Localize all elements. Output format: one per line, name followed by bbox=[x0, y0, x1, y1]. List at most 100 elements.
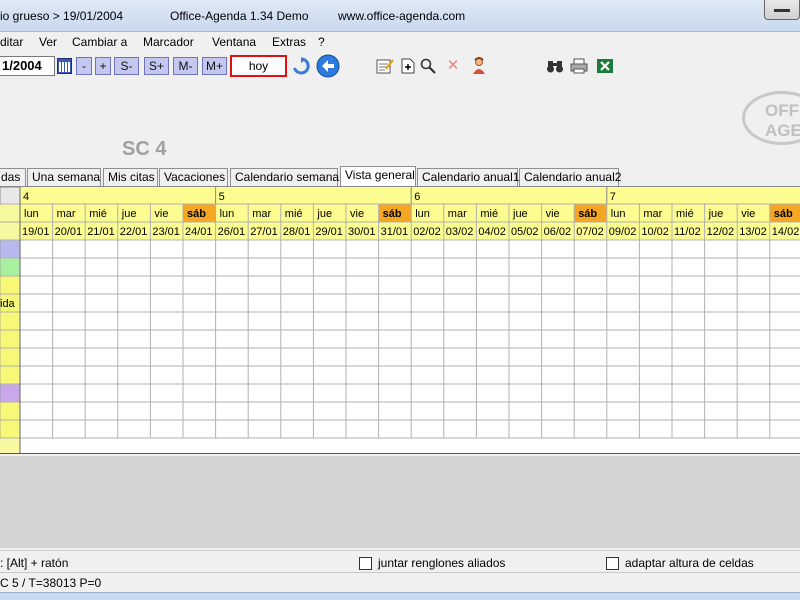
row-label-cell bbox=[0, 329, 21, 349]
weekday-label: jue bbox=[708, 208, 724, 220]
weekday-label: mar bbox=[448, 208, 467, 220]
binoculars-icon[interactable] bbox=[546, 57, 564, 75]
back-icon[interactable] bbox=[316, 54, 340, 78]
office-agenda-logo: OFF AGE bbox=[742, 91, 800, 145]
weekday-label: vie bbox=[350, 208, 364, 220]
week-number: 7 bbox=[610, 191, 616, 203]
weekday-label: sáb bbox=[578, 208, 597, 220]
weekday-label: jue bbox=[316, 208, 332, 220]
status-bar: C 5 / T=38013 P=0 bbox=[0, 572, 800, 592]
checkbox-box[interactable] bbox=[359, 556, 372, 570]
date-label: 03/02 bbox=[446, 226, 474, 238]
row-label-cell bbox=[0, 275, 21, 295]
date-field[interactable]: 1/2004 bbox=[0, 56, 55, 76]
checkbox-box[interactable] bbox=[606, 556, 619, 570]
logo-line-1: OFF bbox=[765, 101, 799, 120]
adapt-height-label: adaptar altura de celdas bbox=[625, 556, 754, 570]
menu-editar[interactable]: ditar bbox=[0, 35, 23, 49]
overview-grid-svg: ida 4 5 6 7 lun 19/01 mar 20/01 mié 21/01 jue 22/01 v… bbox=[0, 187, 800, 453]
weekday-label: sáb bbox=[774, 208, 793, 220]
new-document-icon[interactable] bbox=[399, 57, 417, 75]
tab-calendario-anual1[interactable]: Calendario anual1 bbox=[417, 168, 519, 186]
date-label: 27/01 bbox=[250, 226, 278, 238]
date-label: 05/02 bbox=[511, 226, 539, 238]
options-bar: : [Alt] + ratón juntar renglones aliados… bbox=[0, 550, 800, 572]
weekday-label: vie bbox=[546, 208, 560, 220]
minimize-button[interactable] bbox=[764, 0, 800, 20]
tab-calendario-anual2[interactable]: Calendario anual2 bbox=[519, 168, 621, 186]
menu-extras[interactable]: Extras bbox=[272, 35, 306, 49]
row-label-text: ida bbox=[0, 298, 16, 310]
day-minus-button[interactable]: - bbox=[76, 57, 92, 75]
weekday-label: sáb bbox=[383, 208, 402, 220]
date-label: 21/01 bbox=[87, 226, 115, 238]
weekday-label: mar bbox=[643, 208, 662, 220]
date-label: 31/01 bbox=[381, 226, 409, 238]
title-bar: io grueso > 19/01/2004 Office-Agenda 1.3… bbox=[0, 0, 800, 32]
menu-marcador[interactable]: Marcador bbox=[143, 35, 194, 49]
weekday-label: vie bbox=[741, 208, 755, 220]
date-label: 10/02 bbox=[641, 226, 669, 238]
date-label: 22/01 bbox=[120, 226, 148, 238]
edit-note-icon[interactable] bbox=[376, 57, 394, 75]
row-label-cell bbox=[0, 239, 21, 259]
join-rows-checkbox[interactable]: juntar renglones aliados bbox=[359, 556, 505, 570]
row-label-cell bbox=[0, 401, 21, 421]
weekday-label: mar bbox=[252, 208, 271, 220]
menu-cambiar[interactable]: Cambiar a bbox=[72, 35, 127, 49]
weekday-label: mar bbox=[57, 208, 76, 220]
empty-workspace bbox=[0, 456, 800, 548]
weekday-label: jue bbox=[121, 208, 137, 220]
date-label: 14/02 bbox=[772, 226, 800, 238]
date-label: 30/01 bbox=[348, 226, 376, 238]
corner-cell bbox=[0, 187, 21, 205]
title-app: Office-Agenda 1.34 Demo bbox=[170, 9, 309, 23]
tab-vacaciones[interactable]: Vacaciones bbox=[159, 168, 228, 186]
title-url: www.office-agenda.com bbox=[338, 9, 466, 23]
today-button[interactable]: hoy bbox=[230, 55, 287, 77]
tab-mis-citas[interactable]: Mis citas bbox=[103, 168, 158, 186]
menu-bar: ditar Ver Cambiar a Marcador Ventana Ext… bbox=[0, 32, 800, 52]
date-label: 11/02 bbox=[674, 226, 701, 238]
date-label: 23/01 bbox=[152, 226, 180, 238]
row-label-cell bbox=[0, 419, 21, 439]
week-number: 4 bbox=[23, 191, 29, 203]
overview-grid: ida 4 5 6 7 lun 19/01 mar 20/01 mié 21/01 jue 22/01 v… bbox=[0, 186, 800, 454]
excel-icon[interactable] bbox=[596, 57, 614, 75]
row-label-cell bbox=[0, 347, 21, 367]
delete-icon[interactable]: ✕ bbox=[444, 57, 462, 75]
tab-citas-dia[interactable]: das bbox=[0, 168, 26, 186]
menu-ver[interactable]: Ver bbox=[39, 35, 57, 49]
user-icon[interactable] bbox=[470, 57, 488, 75]
tab-una-semana[interactable]: Una semana bbox=[27, 168, 101, 186]
join-rows-label: juntar renglones aliados bbox=[378, 556, 506, 570]
alt-mouse-hint: : [Alt] + ratón bbox=[0, 556, 69, 570]
calendar-icon[interactable] bbox=[57, 58, 72, 74]
date-label: 29/01 bbox=[315, 226, 343, 238]
weekday-label: lun bbox=[220, 208, 235, 220]
month-minus-button[interactable]: M- bbox=[173, 57, 198, 75]
date-label: 13/02 bbox=[739, 226, 767, 238]
weekday-label: vie bbox=[154, 208, 168, 220]
weekday-label: lun bbox=[24, 208, 39, 220]
window-bottom-border bbox=[0, 592, 800, 600]
weekday-label: mié bbox=[89, 208, 107, 220]
weekday-label: mié bbox=[676, 208, 694, 220]
minimize-icon bbox=[774, 9, 790, 12]
week-plus-button[interactable]: S+ bbox=[144, 57, 169, 75]
week-number: 5 bbox=[219, 191, 225, 203]
refresh-icon[interactable] bbox=[292, 57, 310, 75]
tab-calendario-semanal[interactable]: Calendario semanal bbox=[230, 168, 342, 186]
week-minus-button[interactable]: S- bbox=[114, 57, 139, 75]
menu-ventana[interactable]: Ventana bbox=[212, 35, 256, 49]
date-label: 02/02 bbox=[413, 226, 441, 238]
print-icon[interactable] bbox=[570, 57, 588, 75]
adapt-height-checkbox[interactable]: adaptar altura de celdas bbox=[606, 556, 754, 570]
day-plus-button[interactable]: + bbox=[95, 57, 111, 75]
date-label: 12/02 bbox=[707, 226, 735, 238]
row-label-cell bbox=[0, 383, 21, 403]
menu-help[interactable]: ? bbox=[318, 35, 325, 49]
search-icon[interactable] bbox=[419, 57, 437, 75]
month-plus-button[interactable]: M+ bbox=[202, 57, 227, 75]
tab-vista-general[interactable]: Vista general bbox=[340, 166, 416, 186]
